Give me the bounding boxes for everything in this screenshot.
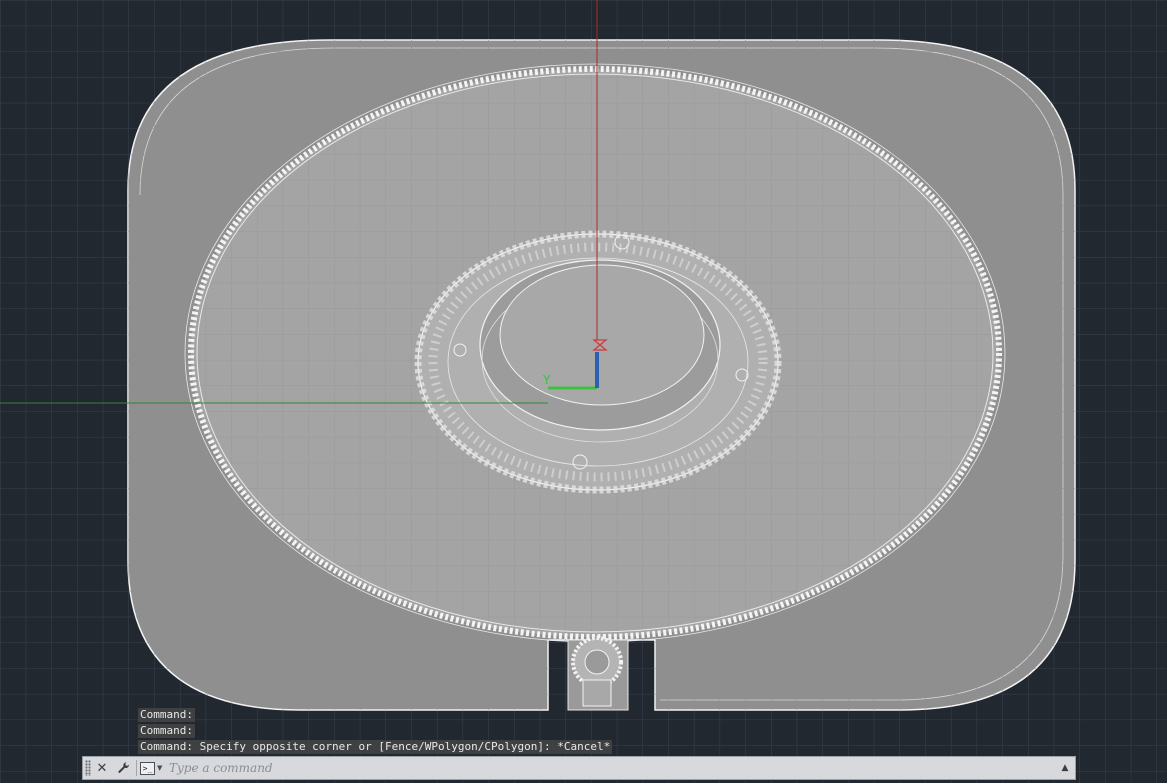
command-prompt-icon: >_ — [140, 761, 155, 775]
model-space-canvas[interactable]: Y — [0, 0, 1167, 783]
close-icon[interactable]: ✕ — [93, 759, 111, 777]
divider — [136, 760, 137, 776]
command-history-line: Command: — [138, 708, 195, 722]
command-input[interactable] — [169, 759, 1049, 777]
chevron-down-icon: ▼ — [157, 764, 163, 772]
history-toggle-icon[interactable]: ▲ — [1059, 761, 1071, 775]
ucs-y-label: Y — [542, 373, 551, 387]
command-history-line: Command: Specify opposite corner or [Fen… — [138, 740, 613, 754]
command-line-bar: ✕ >_ ▼ ▲ — [82, 756, 1076, 780]
drag-grip-icon[interactable] — [85, 760, 91, 776]
drawing-viewport[interactable]: Y — [0, 0, 1167, 783]
wrench-icon[interactable] — [115, 759, 133, 777]
command-history-line: Command: — [138, 724, 195, 738]
recent-commands-button[interactable]: >_ ▼ — [140, 760, 164, 776]
